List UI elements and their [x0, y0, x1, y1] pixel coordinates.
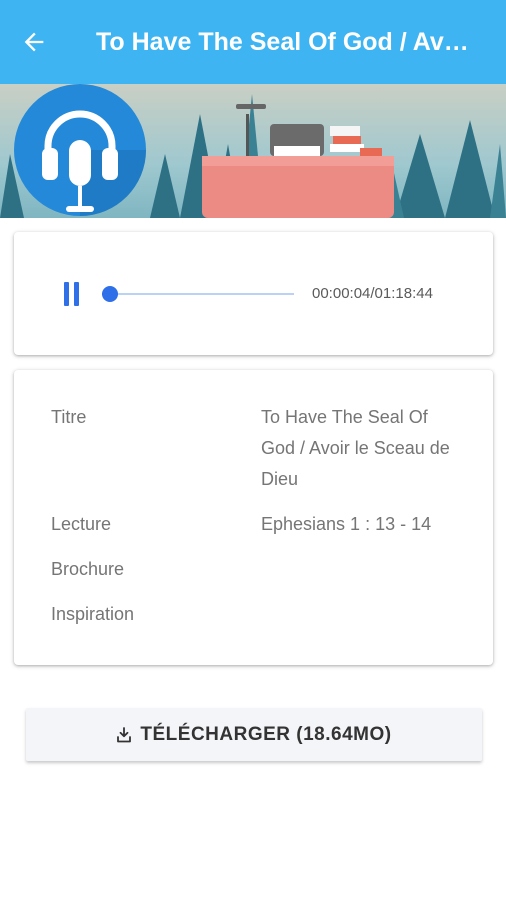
- app-bar: To Have The Seal Of God / Avoir le Sceau…: [0, 0, 506, 84]
- header-banner-image: [0, 84, 506, 218]
- pause-button[interactable]: [64, 280, 84, 308]
- arrow-left-icon: [24, 32, 44, 52]
- headphones-microphone-icon: [14, 84, 146, 216]
- pause-icon: [64, 282, 69, 306]
- playback-time: 00:00:04/01:18:44: [312, 285, 433, 302]
- download-icon: [117, 726, 132, 742]
- download-button[interactable]: TÉLÉCHARGER (18.64MO): [26, 708, 482, 761]
- back-button[interactable]: [14, 22, 54, 62]
- detail-value-lecture: Ephesians 1 : 13 - 14: [261, 514, 432, 534]
- page-title: To Have The Seal Of God / Avoir le Sceau…: [96, 28, 476, 56]
- detail-value-titre: To Have The Seal Of God / Avoir le Sceau…: [261, 407, 450, 489]
- detail-label-titre: Titre: [51, 407, 87, 427]
- seek-slider[interactable]: [102, 284, 294, 304]
- detail-label-inspiration: Inspiration: [51, 604, 135, 624]
- details-card: Titre To Have The Seal Of God / Avoir le…: [14, 370, 493, 665]
- audio-player-card: 00:00:04/01:18:44: [14, 232, 493, 355]
- seek-track: [102, 293, 294, 295]
- detail-label-brochure: Brochure: [51, 559, 125, 579]
- seek-thumb[interactable]: [102, 286, 118, 302]
- pause-icon-bar: [74, 282, 79, 306]
- detail-label-lecture: Lecture: [51, 514, 112, 534]
- download-button-label: TÉLÉCHARGER (18.64MO): [140, 723, 392, 745]
